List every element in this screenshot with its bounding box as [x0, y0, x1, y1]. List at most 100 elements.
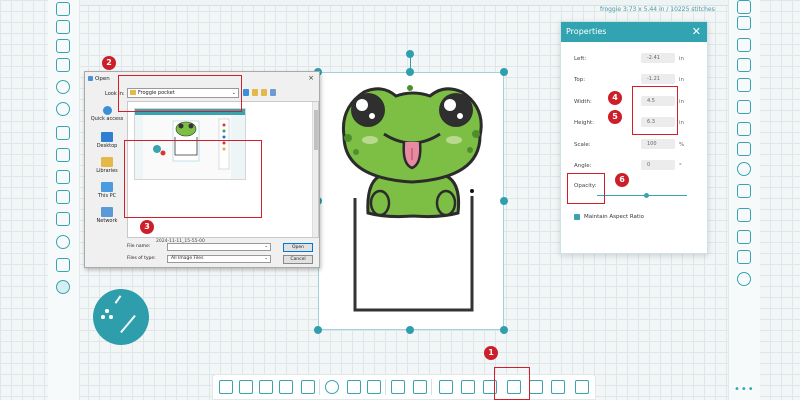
top-label: Top: [574, 77, 586, 83]
properties-panel: Properties ✕ Left: -2.41 in Top: -1.21 i… [560, 21, 708, 254]
scrollbar-thumb[interactable] [314, 110, 318, 150]
network-icon [101, 207, 113, 217]
place-libraries[interactable]: Libraries [89, 157, 125, 174]
paste-icon[interactable] [56, 170, 70, 184]
colors-icon[interactable] [737, 230, 751, 244]
resize-handle-b[interactable] [406, 326, 414, 334]
measure-icon[interactable] [367, 380, 381, 394]
zoom-1-1-icon[interactable] [737, 100, 751, 114]
file-type-select[interactable]: All Image Files ⌄ [167, 255, 271, 263]
layers-panel-icon[interactable] [737, 16, 751, 30]
place-desktop[interactable]: Desktop [89, 132, 125, 149]
new-folder-icon[interactable] [261, 89, 267, 96]
select-icon[interactable] [219, 380, 233, 394]
grid-icon[interactable] [737, 38, 751, 52]
resize-handle-bl[interactable] [314, 326, 322, 334]
place-label: Libraries [96, 168, 118, 174]
place-network[interactable]: Network [89, 207, 125, 224]
dialog-app-icon [88, 76, 93, 81]
stack-icon[interactable] [737, 250, 751, 264]
redo-icon[interactable] [56, 102, 70, 116]
trace-icon[interactable] [551, 380, 565, 394]
stitch-info: froggie 3.73 x 5.44 in / 10225 stitches [600, 6, 715, 13]
text-icon[interactable] [56, 212, 70, 226]
maintain-aspect-checkbox[interactable] [574, 214, 580, 220]
dialog-title: Open [95, 76, 110, 82]
pan-hand-icon[interactable] [347, 380, 361, 394]
zoom-in-icon[interactable] [737, 78, 751, 92]
fit-view-icon[interactable] [737, 58, 751, 72]
copy-icon[interactable] [56, 148, 70, 162]
transform-icon[interactable] [239, 380, 253, 394]
scale-unit: % [679, 142, 685, 148]
crop-icon[interactable] [301, 380, 315, 394]
height-label: Height: [574, 120, 595, 126]
chevron-down-icon: ⌄ [264, 244, 268, 249]
resize-icon[interactable] [413, 380, 427, 394]
save-icon[interactable] [56, 39, 70, 53]
left-toolbar [48, 0, 80, 400]
star-icon [102, 106, 112, 115]
step-badge-4: 4 [608, 91, 622, 105]
cancel-button[interactable]: Cancel [283, 255, 313, 264]
height-unit: in [679, 120, 685, 126]
dialog-close-button[interactable]: × [308, 74, 314, 82]
place-this-pc[interactable]: This PC [89, 182, 125, 199]
zoom-icon[interactable] [325, 380, 339, 394]
nodes-icon[interactable] [56, 258, 70, 272]
resize-handle-t[interactable] [406, 68, 414, 76]
toolbar-divider [431, 379, 432, 395]
preview-icon[interactable] [737, 162, 751, 176]
rotate-handle[interactable] [406, 50, 414, 58]
places-bar: Quick access Desktop Libraries This PC N… [89, 102, 125, 242]
resize-handle-tr[interactable] [500, 68, 508, 76]
lock-icon[interactable] [737, 184, 751, 198]
knife-icon[interactable] [279, 380, 293, 394]
vertical-scrollbar[interactable] [312, 102, 318, 237]
node-edit-icon[interactable] [259, 380, 273, 394]
left-unit: in [679, 56, 685, 62]
view-menu-icon[interactable] [270, 89, 276, 96]
new-file-icon[interactable] [56, 2, 70, 16]
step-badge-1: 1 [484, 346, 498, 360]
close-icon[interactable]: ✕ [692, 22, 701, 42]
delete-icon[interactable] [56, 190, 70, 204]
zoom-1-2-icon[interactable] [737, 122, 751, 136]
step-badge-2: 2 [102, 56, 116, 70]
draw-mode-button[interactable] [93, 289, 149, 345]
opacity-slider[interactable] [597, 195, 687, 196]
shapes-icon[interactable] [56, 235, 70, 249]
more-options-icon[interactable]: ••• [734, 384, 755, 395]
left-field[interactable]: -2.41 [641, 53, 675, 63]
place-label: Desktop [96, 143, 118, 149]
align-icon[interactable] [461, 380, 475, 394]
preview-icon[interactable] [575, 380, 589, 394]
group-icon[interactable] [439, 380, 453, 394]
scissors-icon[interactable] [56, 126, 70, 140]
highlight-thumbnail [124, 140, 262, 218]
undo-icon[interactable] [56, 80, 70, 94]
import-icon[interactable] [56, 58, 70, 72]
file-name-input[interactable]: ⌄ [167, 243, 271, 251]
scale-field[interactable]: 100 [641, 139, 675, 149]
top-field[interactable]: -1.21 [641, 74, 675, 84]
image-edit-icon[interactable] [529, 380, 543, 394]
globe-icon[interactable] [737, 272, 751, 286]
up-folder-icon[interactable] [252, 89, 258, 96]
zoom-1-icon[interactable] [737, 142, 751, 156]
resize-handle-r[interactable] [500, 197, 508, 205]
place-label: This PC [97, 193, 117, 199]
library-icon[interactable] [737, 208, 751, 222]
open-folder-icon[interactable] [56, 20, 70, 34]
back-icon[interactable] [243, 89, 249, 96]
resize-handle-br[interactable] [500, 326, 508, 334]
width-label: Width: [574, 99, 592, 105]
stitch-icon[interactable] [56, 280, 70, 294]
opacity-slider-thumb[interactable] [644, 193, 649, 198]
angle-field[interactable]: 0 [641, 160, 675, 170]
properties-header: Properties ✕ [561, 22, 707, 42]
fit-icon[interactable] [391, 380, 405, 394]
toolbar-divider [319, 379, 320, 395]
3d-icon[interactable] [737, 0, 751, 14]
open-button[interactable]: Open [283, 243, 313, 252]
